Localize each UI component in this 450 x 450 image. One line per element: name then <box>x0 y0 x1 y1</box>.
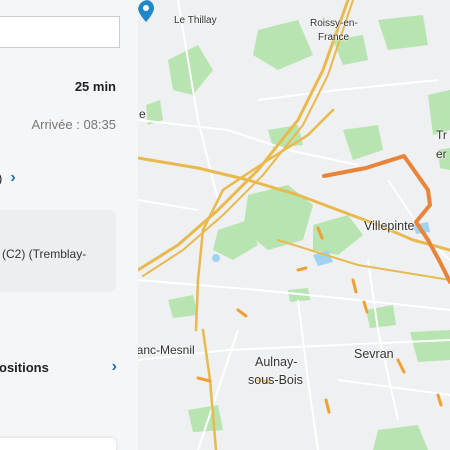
map-label-aulnay-2: sous-Bois <box>248 373 303 387</box>
step-description: (C2) (Tremblay- <box>2 247 87 261</box>
location-pin-icon[interactable] <box>138 0 154 22</box>
map-label-tr-2: er <box>436 147 447 161</box>
step-card[interactable]: (C2) (Tremblay- <box>0 210 116 292</box>
arrival-time: Arrivée : 08:35 <box>31 117 116 132</box>
map-label-tr: Tr <box>436 128 447 142</box>
map-label-blanc-mesnil: Blanc-Mesnil <box>138 343 195 357</box>
map-label-aulnay: Aulnay- <box>255 355 298 369</box>
chevron-right-icon: › <box>111 358 117 375</box>
line-details-link[interactable]: ) › <box>0 170 16 186</box>
map-label-roissy-2: France <box>318 32 350 43</box>
map-label-le-thillay: Le Thillay <box>174 15 217 26</box>
next-card[interactable] <box>0 438 116 450</box>
chevron-right-icon: › <box>10 169 16 186</box>
destination-input[interactable] <box>0 16 120 48</box>
map-label-left-e: e <box>139 107 146 121</box>
map-label-sevran: Sevran <box>354 347 394 361</box>
map-label-roissy: Roissy-en- <box>310 18 358 29</box>
trip-duration: 25 min <box>74 79 116 94</box>
line-details-label: ) <box>0 171 2 186</box>
itinerary-panel: 25 min Arrivée : 08:35 ) › (C2) (Trembla… <box>0 0 138 450</box>
positions-link[interactable]: ositions › <box>0 359 117 375</box>
map-label-villepinte: Villepinte <box>364 219 415 233</box>
positions-label: ositions <box>0 359 49 375</box>
map-view[interactable]: Le Thillay Roissy-en- France e Tr er Vil… <box>138 0 450 450</box>
